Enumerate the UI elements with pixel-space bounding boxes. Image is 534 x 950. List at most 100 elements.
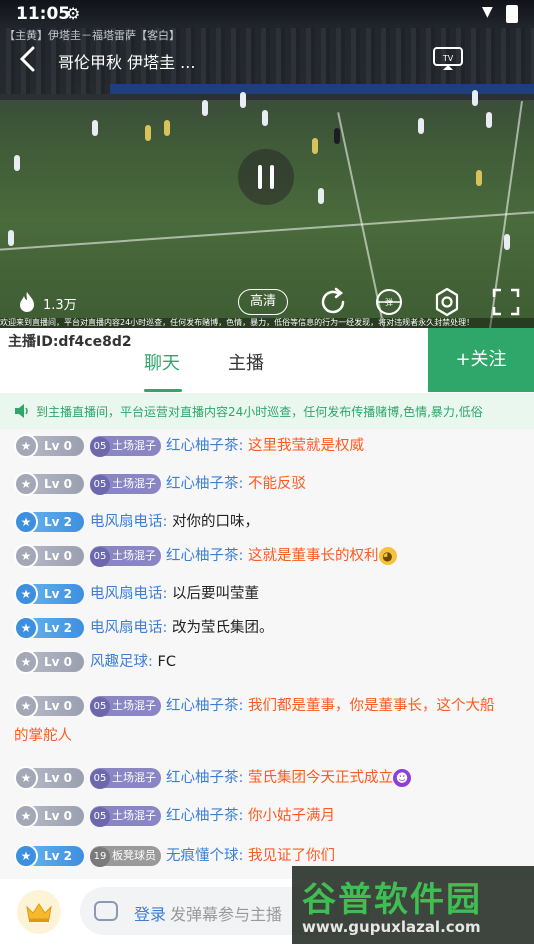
devil-emoji-icon: ☻	[393, 769, 411, 787]
level-label: Lv 2	[44, 621, 72, 635]
back-button[interactable]	[14, 44, 44, 74]
fan-badge: 05 土场混子	[90, 768, 161, 789]
message-text: 莹氏集团今天正式成立	[248, 770, 393, 786]
chat-message: ★ Lv 0 05 土场混子 红心柚子茶: 这就是董事长的权利 ◕	[0, 541, 534, 571]
tv-cast-icon: TV	[433, 47, 463, 70]
chevron-left-icon	[19, 46, 35, 72]
chat-message: ★ Lv 0 05 土场混子 红心柚子茶: 你小姑子满月	[0, 801, 534, 831]
fan-badge-label: 土场混子	[112, 549, 156, 562]
level-label: Lv 0	[44, 809, 72, 823]
fan-badge-number: 05	[90, 475, 110, 495]
chat-message: ★ Lv 0 05 土场混子 红心柚子茶: 这里我莹就是权威	[0, 431, 534, 461]
announcement-bar: 到主播直播间，平台运营对直播内容24小时巡查，任何发布传播赌博,色情,暴力,低俗	[0, 393, 534, 429]
player-figure	[262, 110, 268, 126]
player-figure	[202, 100, 208, 116]
level-badge: ★ Lv 0	[14, 650, 84, 674]
fan-badge-label: 土场混子	[112, 809, 156, 822]
player-figure	[476, 170, 482, 186]
video-source-overlay: 【主黄】伊塔圭－福塔雷萨【客白】	[4, 29, 180, 42]
player-figure	[312, 138, 318, 154]
star-icon: ★	[14, 766, 38, 790]
fan-badge-number: 05	[90, 769, 110, 789]
input-placeholder: 发弹幕参与主播	[170, 905, 283, 924]
star-icon: ★	[14, 804, 38, 828]
danmaku-toggle-icon[interactable]: 弹	[373, 286, 405, 318]
message-text: 这里我莹就是权威	[248, 438, 364, 454]
player-figure	[8, 230, 14, 246]
level-badge: ★ Lv 2	[14, 582, 84, 606]
level-badge: ★ Lv 2	[14, 510, 84, 534]
follow-button[interactable]: +关注	[428, 328, 534, 392]
fan-badge: 05 土场混子	[90, 474, 161, 495]
level-badge: ★ Lv 0	[14, 472, 84, 496]
video-frame-adboard-lower	[0, 94, 534, 100]
cast-tv-button[interactable]: TV	[432, 46, 464, 72]
level-badge: ★ Lv 0	[14, 544, 84, 568]
username[interactable]: 红心柚子茶:	[166, 770, 243, 786]
refresh-icon[interactable]	[317, 286, 349, 318]
username[interactable]: 红心柚子茶:	[166, 438, 243, 454]
fan-badge: 05 土场混子	[90, 696, 161, 717]
username[interactable]: 红心柚子茶:	[166, 808, 243, 824]
star-icon: ★	[14, 650, 38, 674]
chat-message-list[interactable]: ★ Lv 0 05 土场混子 红心柚子茶: 这里我莹就是权威 ★ Lv 0 05 土场混子 红心…	[0, 429, 534, 879]
star-icon: ★	[14, 616, 38, 640]
message-text: 不能反驳	[248, 476, 306, 492]
live-room-screen: 11:05 ⚙ ▼ 【主黄】伊塔圭－福塔雷萨【客白】 哥伦甲秋 伊塔圭 ... …	[0, 0, 534, 950]
username[interactable]: 风趣足球:	[90, 654, 153, 670]
vip-crown-button[interactable]	[17, 890, 61, 934]
video-ticker: 欢迎来到直播间，平台对直播内容24小时巡查，任何发布赌博，色情，暴力，低俗等信息…	[0, 318, 534, 328]
username[interactable]: 电风扇电话:	[90, 514, 167, 530]
username[interactable]: 红心柚子茶:	[166, 548, 243, 564]
tab-anchor[interactable]: 主播	[228, 349, 264, 375]
star-icon: ★	[14, 472, 38, 496]
player-figure	[504, 234, 510, 250]
star-icon: ★	[14, 844, 38, 868]
message-text-continued: 的掌舵人	[14, 728, 72, 744]
status-time: 11:05	[16, 4, 71, 24]
svg-text:TV: TV	[442, 54, 454, 63]
message-text: 我见证了你们	[248, 848, 335, 864]
status-bar: 11:05 ⚙ ▼	[0, 0, 534, 28]
pause-button[interactable]	[238, 149, 294, 205]
settings-icon[interactable]	[431, 286, 463, 318]
star-icon: ★	[14, 582, 38, 606]
username[interactable]: 无痕懂个球:	[166, 848, 243, 864]
message-text: FC	[157, 654, 176, 670]
star-icon: ★	[14, 694, 38, 718]
chat-message: ★ Lv 2 电风扇电话: 对你的口味，	[0, 507, 534, 537]
crown-icon	[26, 903, 52, 922]
viewer-count: 1.3万	[43, 298, 77, 313]
fan-badge: 05 土场混子	[90, 806, 161, 827]
chat-message: ★ Lv 2 电风扇电话: 以后要叫莹董	[0, 579, 534, 609]
smirk-emoji-icon: ◕	[378, 547, 397, 565]
player-figure	[164, 120, 170, 136]
username[interactable]: 电风扇电话:	[90, 620, 167, 636]
pause-icon	[270, 165, 274, 189]
tab-chat[interactable]: 聊天	[144, 349, 180, 375]
fan-badge-number: 05	[90, 807, 110, 827]
quality-button[interactable]: 高清	[238, 289, 288, 315]
username[interactable]: 电风扇电话:	[90, 586, 167, 602]
video-frame-adboard	[110, 84, 534, 94]
fan-badge-label: 土场混子	[112, 771, 156, 784]
fan-badge-number: 05	[90, 697, 110, 717]
level-label: Lv 0	[44, 477, 72, 491]
fullscreen-icon[interactable]	[490, 286, 522, 318]
speaker-icon	[15, 404, 28, 418]
fan-badge-number: 19	[90, 847, 110, 867]
fan-badge-label: 板凳球员	[112, 849, 156, 862]
chat-message: ★ Lv 0 风趣足球: FC	[0, 647, 534, 677]
username[interactable]: 红心柚子茶:	[166, 698, 243, 714]
username[interactable]: 红心柚子茶:	[166, 476, 243, 492]
fan-badge-number: 05	[90, 437, 110, 457]
chat-message: ★ Lv 0 05 土场混子 红心柚子茶: 莹氏集团今天正式成立 ☻	[0, 763, 534, 793]
chat-message: ★ Lv 2 电风扇电话: 改为莹氏集团。	[0, 613, 534, 643]
player-figure	[418, 118, 424, 134]
pitch-line	[0, 211, 534, 251]
login-link[interactable]: 登录	[134, 901, 166, 925]
star-icon: ★	[14, 544, 38, 568]
fan-badge: 19 板凳球员	[90, 846, 161, 867]
video-player[interactable]: 11:05 ⚙ ▼ 【主黄】伊塔圭－福塔雷萨【客白】 哥伦甲秋 伊塔圭 ... …	[0, 0, 534, 328]
player-figure	[318, 188, 324, 204]
